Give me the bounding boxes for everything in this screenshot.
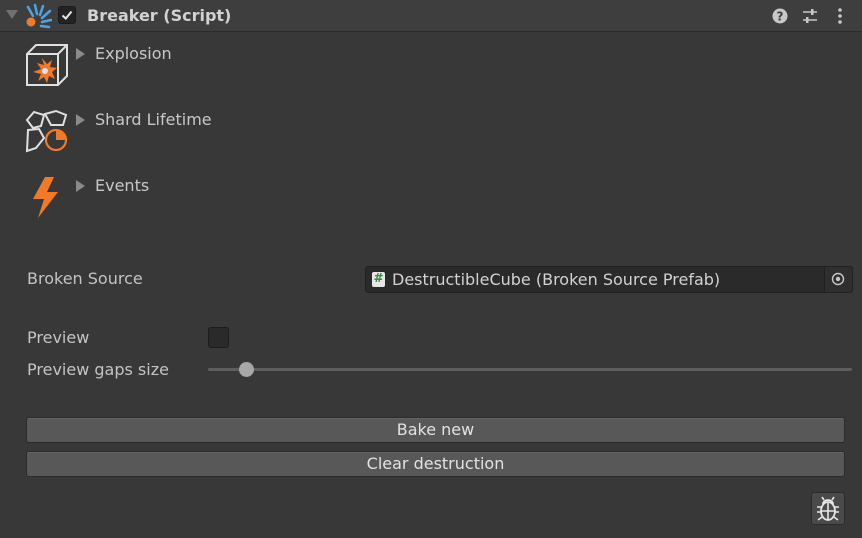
section-events-arrow bbox=[76, 180, 85, 192]
component-enabled-checkbox[interactable] bbox=[58, 6, 76, 24]
script-icon: # bbox=[372, 271, 385, 287]
section-shard-lifetime[interactable]: Shard Lifetime bbox=[24, 108, 304, 164]
debug-button[interactable] bbox=[811, 492, 845, 525]
section-shard-lifetime-arrow bbox=[76, 114, 85, 126]
section-explosion-arrow bbox=[76, 48, 85, 60]
section-explosion[interactable]: Explosion bbox=[24, 42, 304, 98]
broken-source-object-field[interactable]: # DestructibleCube (Broken Source Prefab… bbox=[365, 266, 853, 293]
section-label: Events bbox=[95, 176, 150, 195]
section-events[interactable]: Events bbox=[24, 174, 304, 230]
shard-lifetime-icon bbox=[25, 109, 68, 153]
svg-text:?: ? bbox=[777, 10, 784, 24]
broken-source-label: Broken Source bbox=[27, 269, 143, 288]
sliders-icon[interactable] bbox=[800, 6, 820, 26]
preview-checkbox[interactable] bbox=[208, 327, 229, 348]
help-icon[interactable]: ? bbox=[770, 6, 790, 26]
kebab-menu-icon[interactable] bbox=[830, 6, 850, 26]
preview-gaps-size-label: Preview gaps size bbox=[27, 360, 169, 379]
object-picker-icon bbox=[831, 272, 845, 286]
checkmark-icon bbox=[61, 10, 73, 20]
bug-icon bbox=[817, 496, 839, 521]
section-label: Shard Lifetime bbox=[95, 110, 212, 129]
preview-label: Preview bbox=[27, 328, 90, 347]
section-label: Explosion bbox=[95, 44, 172, 63]
clear-destruction-button[interactable]: Clear destruction bbox=[26, 451, 845, 477]
breaker-logo-icon bbox=[26, 3, 52, 29]
component-foldout-arrow[interactable] bbox=[6, 10, 18, 19]
preview-gaps-size-slider-thumb[interactable] bbox=[239, 362, 255, 377]
preview-gaps-size-slider-track[interactable] bbox=[208, 368, 852, 371]
object-picker-button[interactable] bbox=[824, 267, 852, 292]
lightning-icon bbox=[33, 177, 58, 218]
bake-new-button[interactable]: Bake new bbox=[26, 417, 845, 443]
explosion-cube-icon bbox=[26, 44, 68, 86]
component-header: Breaker (Script) ? bbox=[0, 0, 862, 32]
broken-source-value: DestructibleCube (Broken Source Prefab) bbox=[392, 270, 721, 289]
component-title: Breaker (Script) bbox=[87, 6, 232, 25]
